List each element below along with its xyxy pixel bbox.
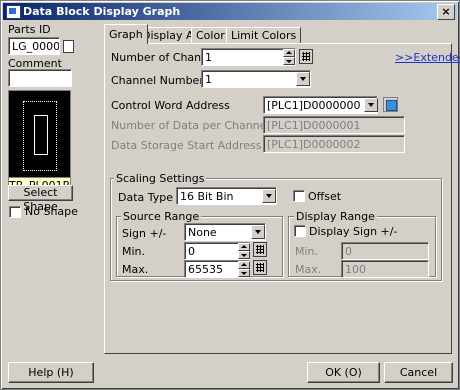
source-min-spinner[interactable] (238, 243, 250, 259)
close-button[interactable]: × (437, 4, 455, 20)
dialog-window: Data Block Display Graph × Parts ID LG_0… (0, 0, 460, 390)
no-shape-label: No Shape (25, 205, 78, 218)
spin-up-icon[interactable] (238, 261, 250, 269)
app-icon (6, 5, 21, 19)
tab-graph[interactable]: Graph (104, 24, 148, 44)
storage-start-input: [PLC1]D0000002 (263, 135, 405, 153)
source-range-title: Source Range (121, 210, 202, 223)
storage-start-label: Data Storage Start Address (111, 139, 262, 152)
source-sign-dropdown-icon[interactable] (251, 225, 265, 239)
display-min-input: 0 (341, 242, 429, 260)
control-word-dropdown-icon[interactable] (364, 98, 378, 112)
window-title: Data Block Display Graph (23, 5, 181, 18)
address-input-icon[interactable] (383, 97, 398, 112)
num-channels-spinner[interactable] (283, 49, 295, 65)
spin-up-icon[interactable] (283, 49, 295, 57)
source-max-label: Max. (122, 263, 149, 276)
source-sign-label: Sign +/- (122, 227, 167, 240)
keypad-icon[interactable] (299, 49, 313, 64)
no-shape-checkbox[interactable] (9, 206, 21, 218)
channel-number-select[interactable]: 1 (201, 70, 311, 88)
offset-label: Offset (308, 190, 342, 203)
title-bar[interactable]: Data Block Display Graph × (3, 3, 457, 20)
data-per-channel-input: [PLC1]D0000001 (263, 116, 405, 134)
control-word-label: Control Word Address (111, 99, 230, 112)
offset-checkbox[interactable] (293, 190, 305, 202)
spin-down-icon[interactable] (238, 251, 250, 259)
select-shape-button[interactable]: Select Shape (8, 185, 73, 213)
shape-preview (8, 90, 71, 179)
spin-up-icon[interactable] (238, 243, 250, 251)
parts-id-label: Parts ID (8, 23, 51, 36)
extended-link[interactable]: >>Extended (395, 51, 460, 64)
display-sign-label: Display Sign +/- (309, 225, 398, 238)
help-button[interactable]: Help (H) (8, 362, 94, 383)
source-max-spinner[interactable] (238, 261, 250, 277)
cancel-button[interactable]: Cancel (384, 362, 453, 383)
num-channels-input[interactable]: 1 (201, 48, 296, 66)
data-per-channel-label: Number of Data per Channel (111, 119, 270, 132)
tab-limit-colors[interactable]: Limit Colors (226, 27, 302, 43)
channel-number-label: Channel Number (111, 74, 204, 87)
source-min-label: Min. (122, 245, 146, 258)
display-sign-checkbox[interactable] (294, 225, 306, 237)
parts-id-input[interactable]: LG_0000 (8, 37, 60, 55)
display-max-input: 100 (341, 260, 429, 278)
control-word-input[interactable]: [PLC1]D0000000 (263, 96, 378, 114)
comment-input[interactable] (8, 69, 72, 87)
spin-down-icon[interactable] (283, 57, 295, 65)
display-range-title: Display Range (294, 210, 377, 223)
keypad-icon[interactable] (253, 260, 267, 275)
keypad-icon[interactable] (253, 242, 267, 257)
data-type-dropdown-icon[interactable] (262, 189, 276, 203)
scaling-settings-title: Scaling Settings (114, 172, 207, 185)
tab-color[interactable]: Color (191, 27, 230, 43)
data-type-label: Data Type (118, 191, 174, 204)
spin-down-icon[interactable] (238, 269, 250, 277)
display-max-label: Max. (295, 263, 322, 276)
channel-number-dropdown-icon[interactable] (296, 72, 310, 86)
shape-bar (34, 115, 48, 155)
display-min-label: Min. (295, 245, 319, 258)
parts-id-icon[interactable] (63, 40, 74, 53)
ok-button[interactable]: OK (O) (307, 362, 380, 383)
